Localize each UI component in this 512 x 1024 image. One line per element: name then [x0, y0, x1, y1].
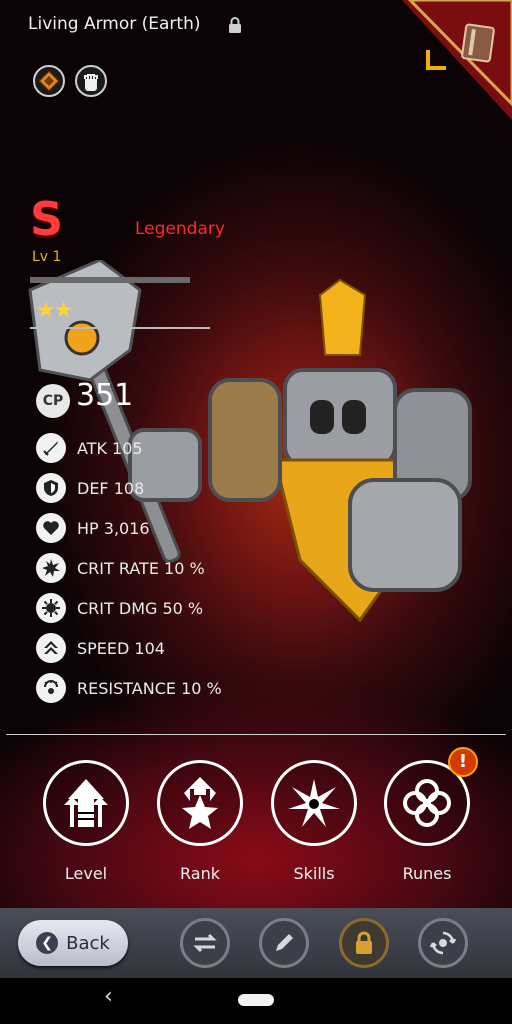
codex-corner[interactable] — [402, 0, 512, 120]
sword-icon — [36, 433, 66, 463]
section-divider — [6, 734, 506, 735]
heart-icon — [36, 513, 66, 543]
shield-icon — [36, 473, 66, 503]
level-button[interactable]: Level — [41, 760, 131, 883]
runes-label-text: Runes — [402, 864, 452, 883]
level-up-icon[interactable] — [43, 760, 129, 846]
stat-hp: HP 3,016 — [36, 513, 150, 543]
monster-stage: Living Armor (Earth) S Legendary Lv 1 ★★… — [0, 0, 512, 908]
skills-button[interactable]: Skills — [269, 760, 359, 883]
crit-rate-icon — [36, 553, 66, 583]
back-button[interactable]: ❮ Back — [18, 920, 128, 966]
level-label: Lv 1 — [32, 249, 62, 265]
earth-element-icon[interactable] — [33, 65, 65, 97]
lock-icon[interactable] — [226, 16, 244, 34]
crit-dmg-icon — [36, 593, 66, 623]
speed-icon — [36, 633, 66, 663]
rank-label-text: Rank — [180, 864, 220, 883]
recycle-button[interactable] — [418, 918, 468, 968]
book-icon — [461, 23, 495, 63]
rank-star-icon[interactable] — [157, 760, 243, 846]
stat-crit-rate: CRIT RATE 10 % — [36, 553, 205, 583]
skills-label-text: Skills — [293, 864, 335, 883]
stat-atk: ATK 105 — [36, 433, 143, 463]
lock-icon — [356, 931, 372, 954]
star-rating: ★★ — [36, 298, 73, 323]
fist-type-icon[interactable] — [75, 65, 107, 97]
stat-def: DEF 108 — [36, 473, 144, 503]
monster-name: Living Armor (Earth) — [28, 14, 201, 34]
rarity-label: Legendary — [135, 219, 225, 239]
skills-burst-icon[interactable] — [271, 760, 357, 846]
nav-back-icon[interactable]: ‹ — [104, 984, 113, 1009]
cp-badge: CP — [36, 384, 70, 418]
lock-button[interactable] — [339, 918, 389, 968]
swap-icon — [193, 933, 217, 953]
nav-home-pill[interactable] — [238, 994, 274, 1006]
swap-button[interactable] — [180, 918, 230, 968]
rename-button[interactable] — [259, 918, 309, 968]
divider — [30, 327, 210, 329]
runes-alert-badge: ! — [448, 747, 478, 777]
stat-resistance: RESISTANCE 10 % — [36, 673, 222, 703]
xp-bar — [30, 277, 190, 283]
pencil-icon — [276, 934, 293, 951]
level-label-text: Level — [64, 864, 108, 883]
system-nav-bar: ‹ — [0, 978, 512, 1024]
stat-speed: SPEED 104 — [36, 633, 165, 663]
rank-button[interactable]: Rank — [155, 760, 245, 883]
chevron-left-icon: ❮ — [36, 932, 59, 954]
resistance-icon — [36, 673, 66, 703]
recycle-icon — [429, 931, 457, 955]
runes-button[interactable]: Runes — [382, 760, 472, 883]
cp-value: 351 — [76, 378, 134, 413]
stat-crit-dmg: CRIT DMG 50 % — [36, 593, 203, 623]
bottom-toolbar: ❮ Back — [0, 908, 512, 978]
grade-badge: S — [30, 192, 64, 246]
